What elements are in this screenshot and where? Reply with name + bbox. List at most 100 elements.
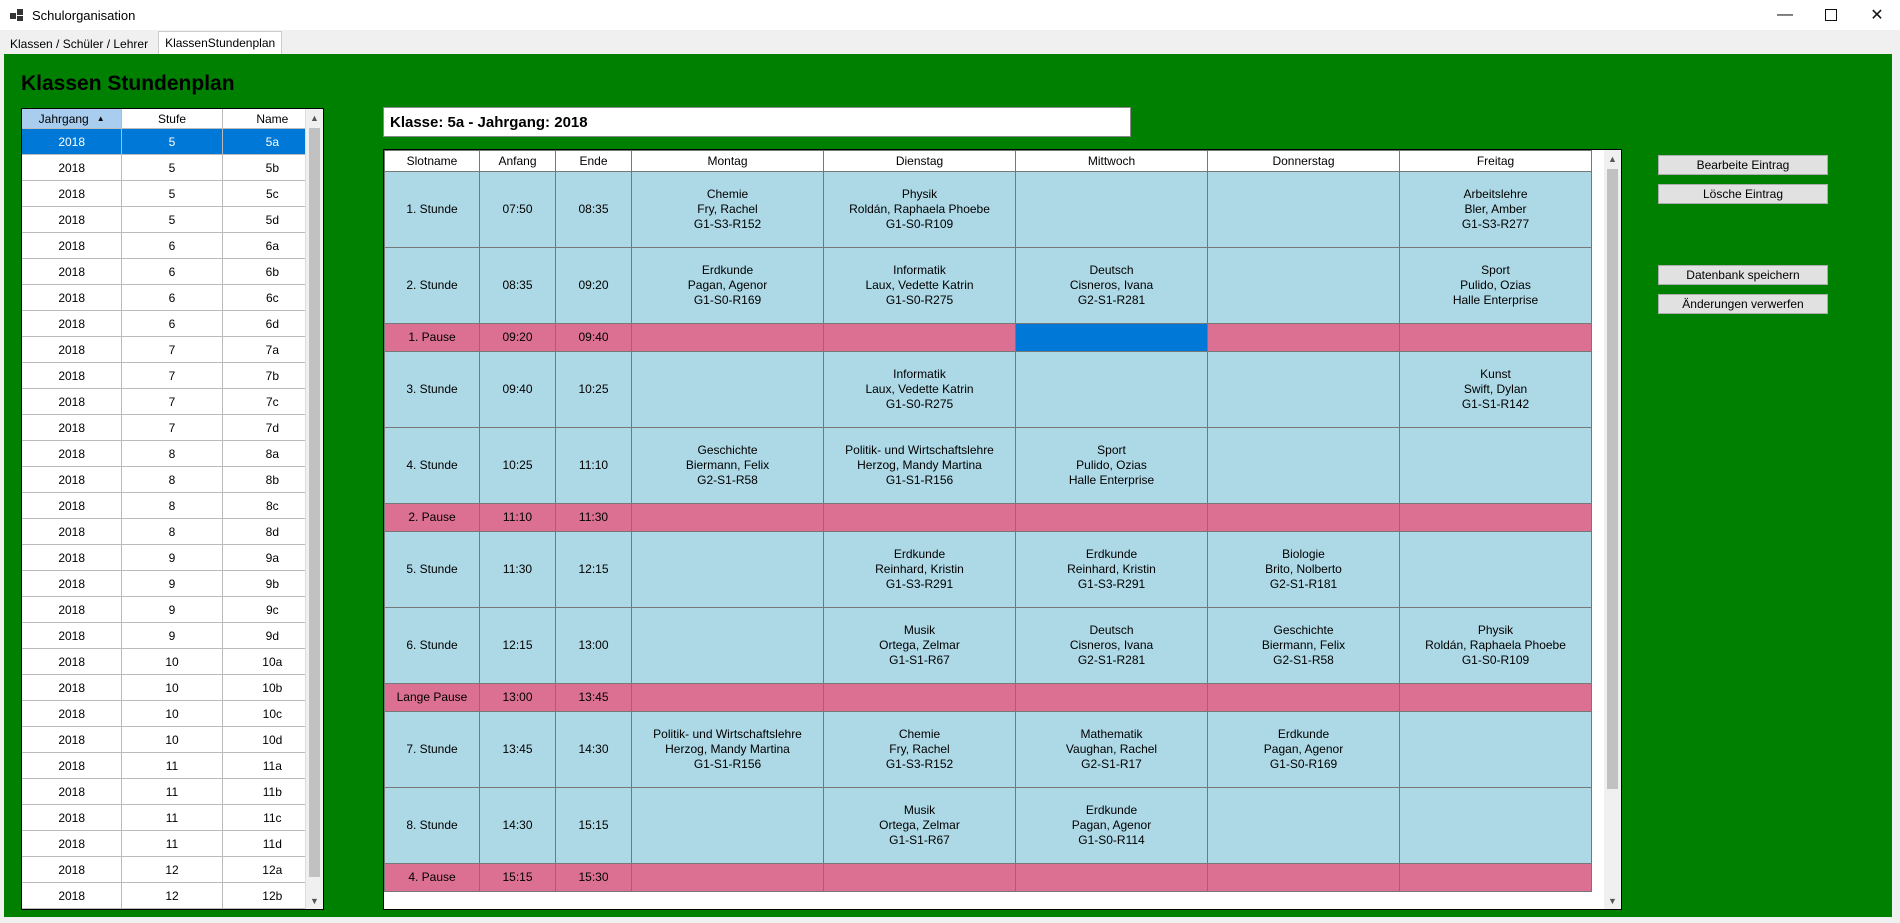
class-list-row[interactable]: 2018 10 10a [22, 649, 323, 675]
class-list-row[interactable]: 2018 7 7c [22, 389, 323, 415]
lesson-cell[interactable]: Erdkunde Pagan, Agenor G1-S0-R169 [631, 247, 824, 324]
scroll-thumb[interactable] [1607, 169, 1618, 789]
lesson-cell[interactable]: Erdkunde Pagan, Agenor G1-S0-R114 [1015, 787, 1208, 864]
class-list-row[interactable]: 2018 5 5a [22, 129, 323, 155]
slot-info-cell[interactable]: 1. Stunde [384, 171, 480, 248]
scroll-thumb[interactable] [309, 128, 320, 877]
lesson-cell[interactable] [1399, 323, 1592, 352]
lesson-cell[interactable] [1207, 683, 1400, 712]
class-list-grid[interactable]: Jahrgang ▲ Stufe Name 2018 5 5a 2018 5 5b 2018 5… [21, 108, 324, 910]
delete-entry-button[interactable]: Lösche Eintrag [1658, 184, 1828, 204]
class-list-row[interactable]: 2018 12 12a [22, 857, 323, 883]
lesson-cell[interactable] [1207, 427, 1400, 504]
maximize-button[interactable] [1808, 0, 1854, 30]
lesson-cell[interactable] [823, 863, 1016, 892]
lesson-cell[interactable] [631, 787, 824, 864]
class-list-row[interactable]: 2018 11 11b [22, 779, 323, 805]
class-list-row[interactable]: 2018 6 6c [22, 285, 323, 311]
lesson-cell[interactable] [1015, 863, 1208, 892]
slot-info-cell[interactable]: 4. Stunde [384, 427, 480, 504]
lesson-cell[interactable]: Informatik Laux, Vedette Katrin G1-S0-R2… [823, 247, 1016, 324]
lesson-cell[interactable] [1015, 503, 1208, 532]
lesson-cell[interactable]: Sport Pulido, Ozias Halle Enterprise [1015, 427, 1208, 504]
lesson-cell[interactable] [1207, 351, 1400, 428]
slot-info-cell[interactable]: 10:25 [479, 427, 556, 504]
minimize-button[interactable]: — [1762, 0, 1808, 30]
lesson-cell[interactable]: Politik- und Wirtschaftslehre Herzog, Ma… [631, 711, 824, 788]
tab-klassen-schueler-lehrer[interactable]: Klassen / Schüler / Lehrer [4, 34, 154, 54]
slot-info-cell[interactable]: 3. Stunde [384, 351, 480, 428]
lesson-cell[interactable] [1207, 863, 1400, 892]
scroll-up-icon[interactable]: ▲ [306, 109, 323, 126]
class-list-row[interactable]: 2018 5 5c [22, 181, 323, 207]
close-button[interactable]: ✕ [1854, 0, 1900, 30]
slot-info-cell[interactable]: 09:40 [555, 323, 632, 352]
lesson-cell[interactable]: Physik Roldán, Raphaela Phoebe G1-S0-R10… [823, 171, 1016, 248]
class-list-row[interactable]: 20181212c [22, 909, 323, 910]
class-list-row[interactable]: 2018 7 7b [22, 363, 323, 389]
lesson-cell[interactable] [1399, 863, 1592, 892]
lesson-cell[interactable]: Politik- und Wirtschaftslehre Herzog, Ma… [823, 427, 1016, 504]
slot-info-cell[interactable]: 5. Stunde [384, 531, 480, 608]
class-list-row[interactable]: 2018 7 7d [22, 415, 323, 441]
lesson-cell[interactable] [631, 531, 824, 608]
column-header-dienstag[interactable]: Dienstag [823, 150, 1016, 172]
lesson-cell[interactable] [631, 863, 824, 892]
lesson-cell[interactable]: Musik Ortega, Zelmar G1-S1-R67 [823, 787, 1016, 864]
class-list-row[interactable]: 2018 9 9d [22, 623, 323, 649]
tab-klassen-stundenplan[interactable]: KlassenStundenplan [158, 31, 283, 54]
slot-info-cell[interactable]: 09:40 [479, 351, 556, 428]
class-list-row[interactable]: 2018 9 9b [22, 571, 323, 597]
slot-info-cell[interactable]: 11:10 [479, 503, 556, 532]
lesson-cell[interactable] [1015, 683, 1208, 712]
class-list-row[interactable]: 2018 11 11a [22, 753, 323, 779]
lesson-cell[interactable] [631, 683, 824, 712]
lesson-cell[interactable]: Arbeitslehre Bler, Amber G1-S3-R277 [1399, 171, 1592, 248]
class-list-row[interactable]: 2018 5 5d [22, 207, 323, 233]
class-list-row[interactable]: 2018 6 6d [22, 311, 323, 337]
lesson-cell[interactable]: Chemie Fry, Rachel G1-S3-R152 [631, 171, 824, 248]
lesson-cell[interactable]: Mathematik Vaughan, Rachel G2-S1-R17 [1015, 711, 1208, 788]
discard-changes-button[interactable]: Änderungen verwerfen [1658, 294, 1828, 314]
column-header-montag[interactable]: Montag [631, 150, 824, 172]
lesson-cell[interactable] [823, 503, 1016, 532]
slot-info-cell[interactable]: 15:15 [479, 863, 556, 892]
slot-info-cell[interactable]: 13:00 [479, 683, 556, 712]
class-list-row[interactable]: 2018 8 8d [22, 519, 323, 545]
class-list-row[interactable]: 2018 10 10d [22, 727, 323, 753]
schedule-grid[interactable]: Slotname Anfang Ende Montag Dienstag Mittwoch… [383, 149, 1622, 910]
slot-info-cell[interactable]: 11:30 [555, 503, 632, 532]
slot-info-cell[interactable]: 6. Stunde [384, 607, 480, 684]
lesson-cell[interactable]: Chemie Fry, Rachel G1-S3-R152 [823, 711, 1016, 788]
column-header-anfang[interactable]: Anfang [479, 150, 556, 172]
slot-info-cell[interactable]: 7. Stunde [384, 711, 480, 788]
lesson-cell[interactable] [1399, 711, 1592, 788]
slot-info-cell[interactable]: Lange Pause [384, 683, 480, 712]
slot-info-cell[interactable]: 2. Pause [384, 503, 480, 532]
slot-info-cell[interactable]: 14:30 [479, 787, 556, 864]
column-header-stufe[interactable]: Stufe [122, 109, 223, 128]
lesson-cell[interactable]: Geschichte Biermann, Felix G2-S1-R58 [631, 427, 824, 504]
class-list-row[interactable]: 2018 9 9a [22, 545, 323, 571]
class-list-row[interactable]: 2018 8 8b [22, 467, 323, 493]
slot-info-cell[interactable]: 12:15 [479, 607, 556, 684]
slot-info-cell[interactable]: 15:30 [555, 863, 632, 892]
lesson-cell[interactable] [631, 607, 824, 684]
lesson-cell[interactable] [1207, 247, 1400, 324]
column-header-ende[interactable]: Ende [555, 150, 632, 172]
lesson-cell[interactable] [1399, 503, 1592, 532]
lesson-cell[interactable] [1015, 171, 1208, 248]
slot-info-cell[interactable]: 07:50 [479, 171, 556, 248]
lesson-cell[interactable] [1207, 171, 1400, 248]
lesson-cell[interactable]: Informatik Laux, Vedette Katrin G1-S0-R2… [823, 351, 1016, 428]
class-list-scrollbar[interactable]: ▲ ▼ [305, 109, 323, 909]
lesson-cell[interactable] [823, 683, 1016, 712]
column-header-freitag[interactable]: Freitag [1399, 150, 1592, 172]
lesson-cell[interactable] [1207, 503, 1400, 532]
class-list-row[interactable]: 2018 11 11d [22, 831, 323, 857]
scroll-down-icon[interactable]: ▼ [306, 892, 323, 909]
slot-info-cell[interactable]: 11:30 [479, 531, 556, 608]
lesson-cell[interactable] [823, 323, 1016, 352]
lesson-cell[interactable]: Geschichte Biermann, Felix G2-S1-R58 [1207, 607, 1400, 684]
schedule-scrollbar[interactable]: ▲ ▼ [1604, 150, 1621, 909]
